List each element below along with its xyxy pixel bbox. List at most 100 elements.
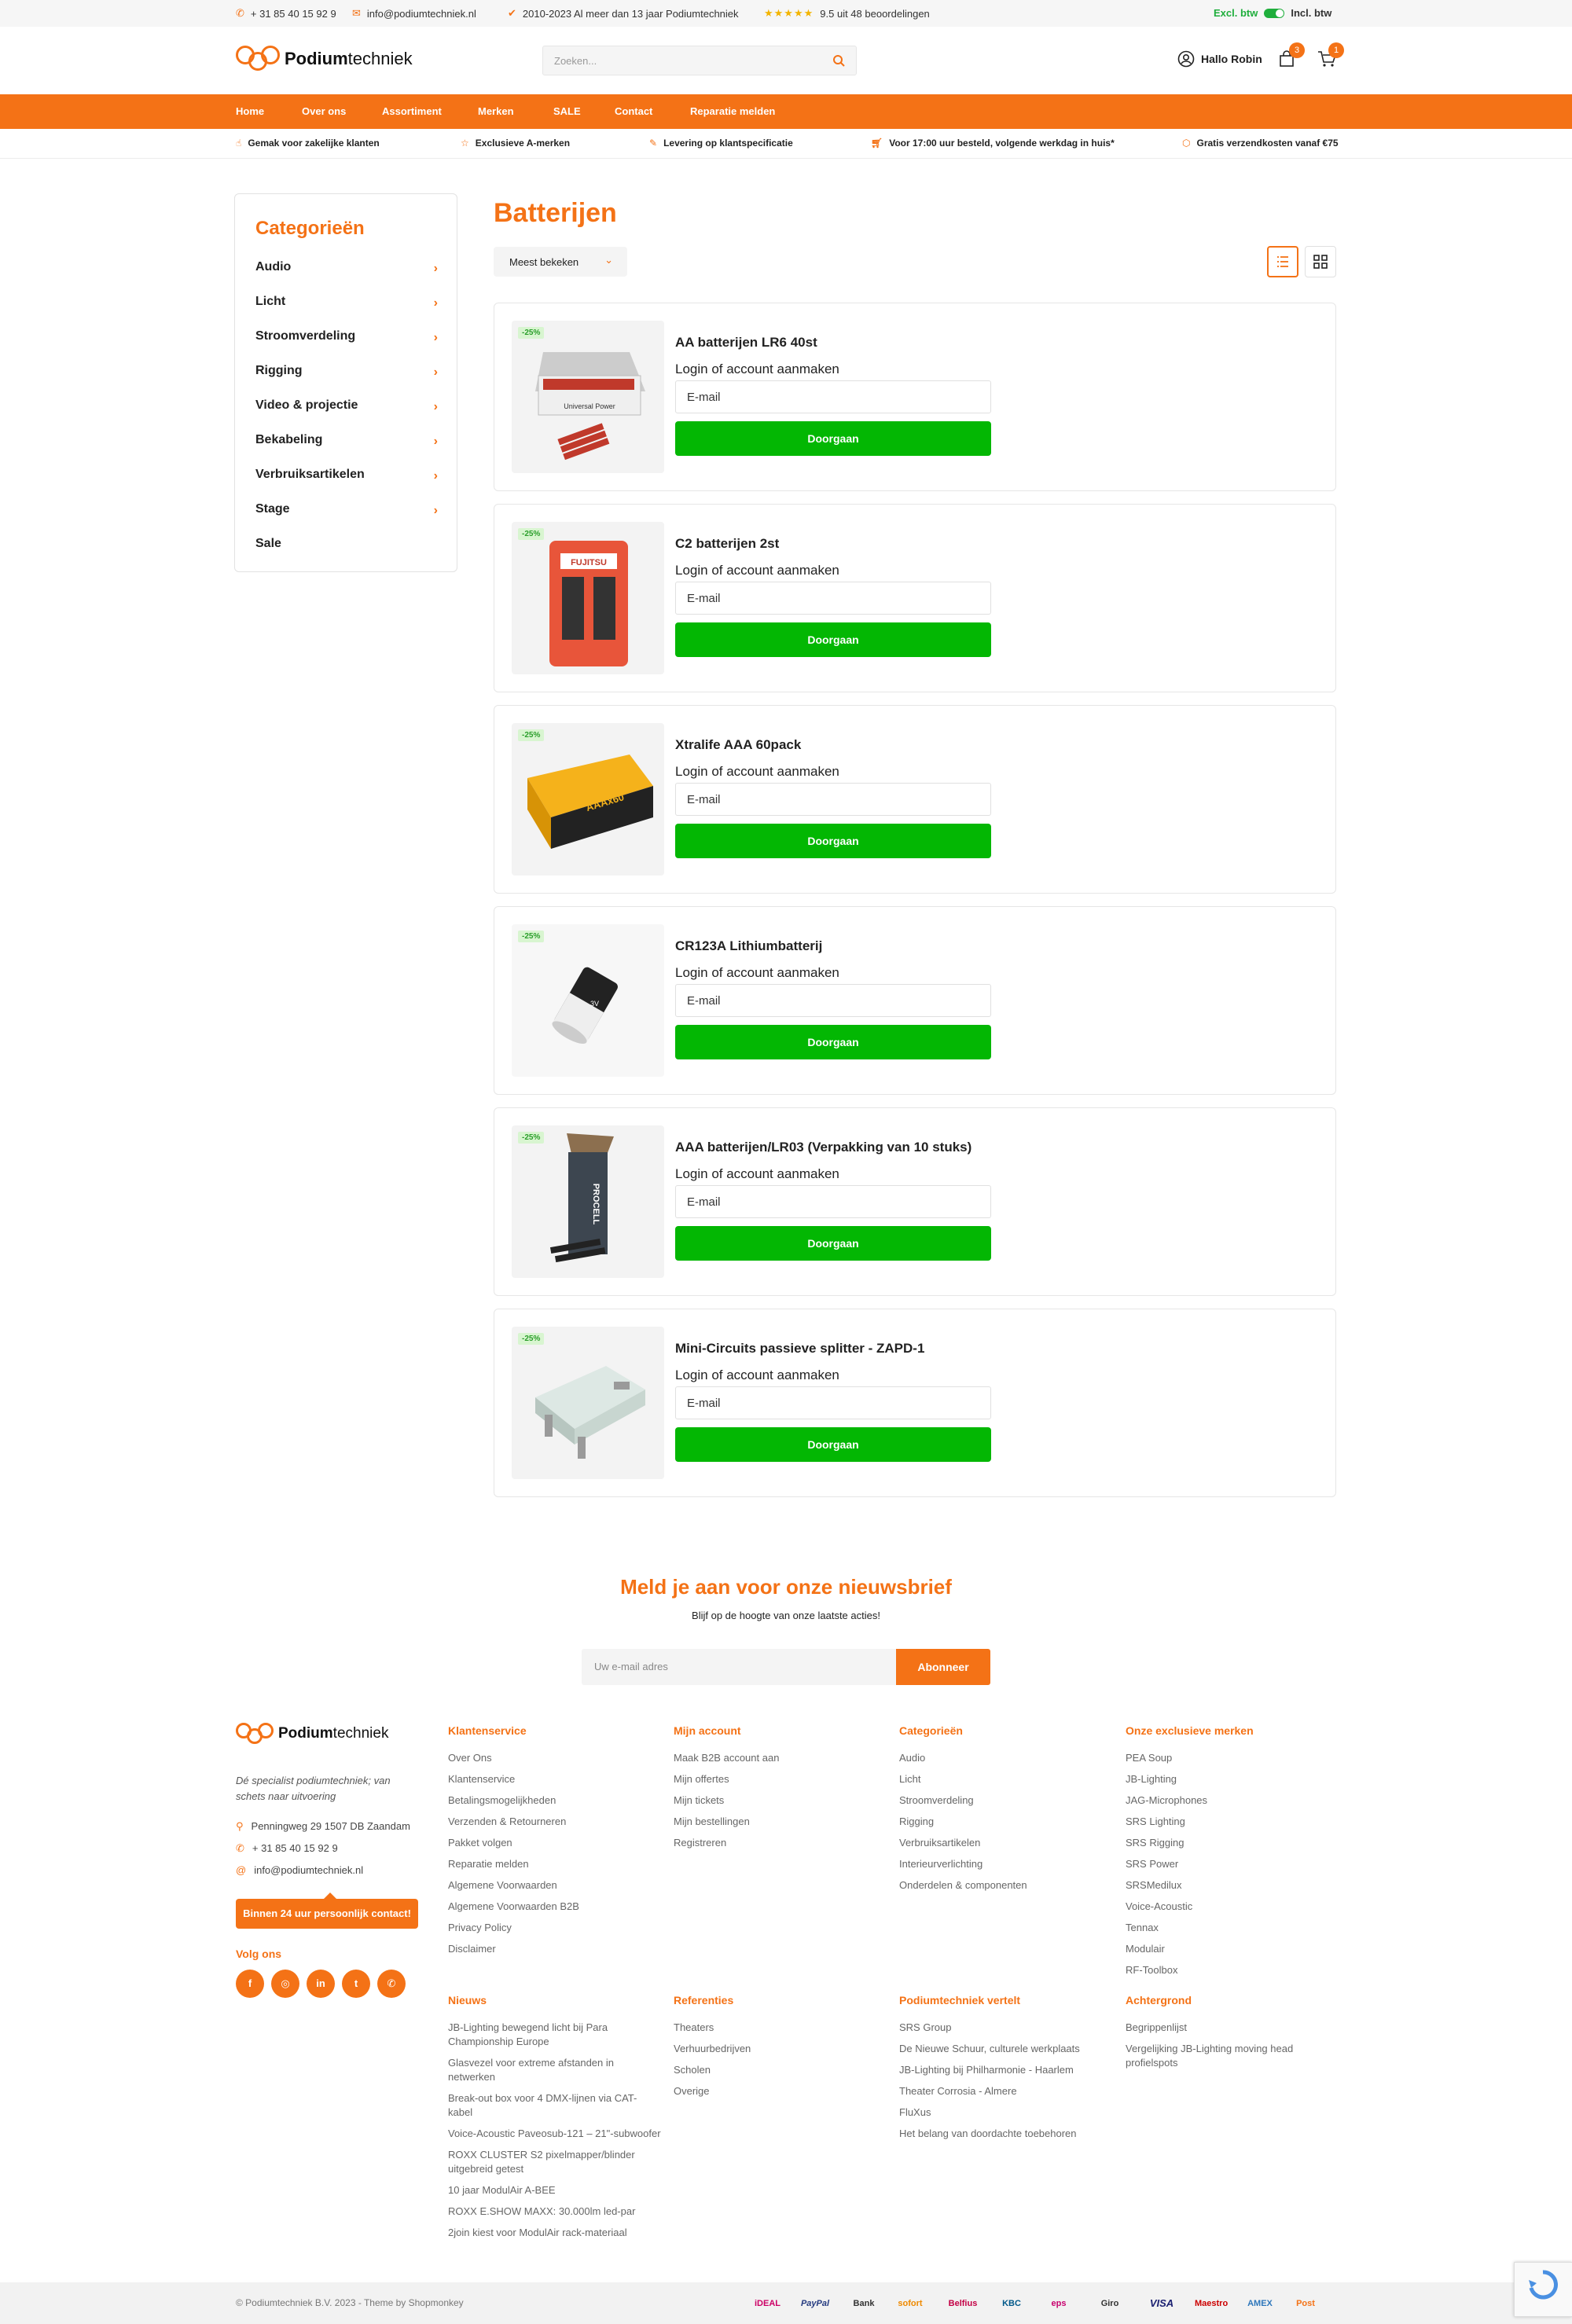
nav-home[interactable]: Home xyxy=(236,105,264,117)
recaptcha-badge[interactable] xyxy=(1514,2262,1572,2317)
footer-link[interactable]: 10 jaar ModulAir A-BEE xyxy=(448,2183,645,2197)
continue-button[interactable]: Doorgaan xyxy=(675,421,991,456)
grid-view-button[interactable] xyxy=(1305,246,1336,277)
sidebar-item-rigging[interactable]: Rigging › xyxy=(255,364,438,386)
footer-link[interactable]: Scholen xyxy=(674,2063,711,2077)
footer-link[interactable]: SRS Power xyxy=(1126,1857,1178,1871)
footer-link[interactable]: Verhuurbedrijven xyxy=(674,2042,751,2056)
footer-link[interactable]: SRS Lighting xyxy=(1126,1815,1185,1829)
footer-phone[interactable]: ✆ + 31 85 40 15 92 9 xyxy=(236,1842,338,1855)
email-field[interactable]: E-mail xyxy=(675,582,991,615)
vat-toggle[interactable]: Excl. btw Incl. btw xyxy=(1214,7,1331,19)
footer-link[interactable]: JB-Lighting bewegend licht bij Para Cham… xyxy=(448,2021,629,2049)
footer-link[interactable]: PEA Soup xyxy=(1126,1751,1172,1765)
product-image[interactable]: Universal Power -25% xyxy=(512,321,664,473)
footer-link[interactable]: Privacy Policy xyxy=(448,1921,512,1935)
sidebar-item-sale[interactable]: Sale xyxy=(255,537,438,559)
footer-link[interactable]: Theater Corrosia - Almere xyxy=(899,2084,1017,2098)
topbar-rating[interactable]: ★★★★★ 9.5 uit 48 beoordelingen xyxy=(764,7,930,20)
sidebar-item-stroomverdeling[interactable]: Stroomverdeling › xyxy=(255,329,438,351)
footer-link[interactable]: Voice-Acoustic Paveosub-121 – 21"-subwoo… xyxy=(448,2127,668,2141)
sidebar-item-licht[interactable]: Licht › xyxy=(255,295,438,317)
cart-button[interactable]: 1 xyxy=(1317,42,1344,69)
twitter-icon[interactable]: t xyxy=(342,1970,370,1998)
logo[interactable]: Podiumtechniek xyxy=(236,44,413,74)
product-name[interactable]: CR123A Lithiumbatterij xyxy=(675,938,822,954)
newsletter-email-input[interactable]: Uw e-mail adres xyxy=(582,1649,898,1685)
continue-button[interactable]: Doorgaan xyxy=(675,622,991,657)
footer-link[interactable]: Reparatie melden xyxy=(448,1857,529,1871)
footer-link[interactable]: Audio xyxy=(899,1751,925,1765)
footer-link[interactable]: Vergelijking JB-Lighting moving head pro… xyxy=(1126,2042,1322,2070)
user-menu[interactable]: Hallo Robin xyxy=(1177,50,1262,68)
footer-link[interactable]: Break-out box voor 4 DMX-lijnen via CAT-… xyxy=(448,2091,645,2120)
footer-link[interactable]: Mijn tickets xyxy=(674,1793,724,1808)
email-field[interactable]: E-mail xyxy=(675,380,991,413)
continue-button[interactable]: Doorgaan xyxy=(675,824,991,858)
sidebar-item-verbruiksartikelen[interactable]: Verbruiksartikelen › xyxy=(255,468,438,490)
topbar-phone[interactable]: ✆ + 31 85 40 15 92 9 xyxy=(236,7,336,20)
footer-link[interactable]: SRSMedilux xyxy=(1126,1878,1182,1893)
email-field[interactable]: E-mail xyxy=(675,984,991,1017)
footer-logo[interactable]: Podiumtechniek xyxy=(236,1721,388,1746)
search-icon[interactable] xyxy=(832,54,845,67)
list-view-button[interactable] xyxy=(1267,246,1298,277)
footer-link[interactable]: Overige xyxy=(674,2084,710,2098)
footer-link[interactable]: Over Ons xyxy=(448,1751,492,1765)
footer-link[interactable]: Algemene Voorwaarden B2B xyxy=(448,1900,579,1914)
nav-reparatie-melden[interactable]: Reparatie melden xyxy=(690,105,775,117)
footer-link[interactable]: Algemene Voorwaarden xyxy=(448,1878,557,1893)
product-name[interactable]: C2 batterijen 2st xyxy=(675,536,779,552)
whatsapp-icon[interactable]: ✆ xyxy=(377,1970,406,1998)
footer-link[interactable]: RF-Toolbox xyxy=(1126,1963,1177,1977)
footer-link[interactable]: Interieurverlichting xyxy=(899,1857,982,1871)
wishlist-button[interactable]: 3 xyxy=(1278,42,1305,69)
footer-link[interactable]: Pakket volgen xyxy=(448,1836,512,1850)
sort-dropdown[interactable]: Meest bekeken ⌄ xyxy=(494,247,627,277)
footer-link[interactable]: Onderdelen & componenten xyxy=(899,1878,1027,1893)
footer-link[interactable]: Stroomverdeling xyxy=(899,1793,974,1808)
nav-sale[interactable]: SALE xyxy=(553,105,581,117)
footer-link[interactable]: Disclaimer xyxy=(448,1942,496,1956)
footer-link[interactable]: SRS Group xyxy=(899,2021,951,2035)
product-name[interactable]: Xtralife AAA 60pack xyxy=(675,737,801,753)
sidebar-item-video-projectie[interactable]: Video & projectie › xyxy=(255,398,438,420)
product-name[interactable]: AA batterijen LR6 40st xyxy=(675,335,817,351)
footer-link[interactable]: Tennax xyxy=(1126,1921,1159,1935)
sidebar-item-audio[interactable]: Audio › xyxy=(255,260,438,282)
email-field[interactable]: E-mail xyxy=(675,1185,991,1218)
continue-button[interactable]: Doorgaan xyxy=(675,1226,991,1261)
instagram-icon[interactable]: ◎ xyxy=(271,1970,299,1998)
product-image[interactable]: PROCELL -25% xyxy=(512,1125,664,1278)
footer-link[interactable]: Licht xyxy=(899,1772,920,1786)
footer-link[interactable]: 2join kiest voor ModulAir rack-materiaal xyxy=(448,2226,645,2240)
footer-link[interactable]: JB-Lighting xyxy=(1126,1772,1177,1786)
product-name[interactable]: AAA batterijen/LR03 (Verpakking van 10 s… xyxy=(675,1140,971,1155)
product-name[interactable]: Mini-Circuits passieve splitter - ZAPD-1 xyxy=(675,1341,924,1357)
footer-link[interactable]: JB-Lighting bij Philharmonie - Haarlem xyxy=(899,2063,1074,2077)
footer-link[interactable]: Betalingsmogelijkheden xyxy=(448,1793,556,1808)
topbar-email[interactable]: ✉ info@podiumtechniek.nl xyxy=(352,7,476,20)
footer-link[interactable]: ROXX E.SHOW MAXX: 30.000lm led-par xyxy=(448,2205,645,2219)
footer-link[interactable]: Theaters xyxy=(674,2021,714,2035)
footer-link[interactable]: Verzenden & Retourneren xyxy=(448,1815,566,1829)
email-field[interactable]: E-mail xyxy=(675,1386,991,1419)
footer-link[interactable]: FluXus xyxy=(899,2106,931,2120)
subscribe-button[interactable]: Abonneer xyxy=(896,1649,990,1685)
footer-link[interactable]: Het belang van doordachte toebehoren xyxy=(899,2127,1077,2141)
facebook-icon[interactable]: f xyxy=(236,1970,264,1998)
footer-link[interactable]: Modulair xyxy=(1126,1942,1165,1956)
nav-over-ons[interactable]: Over ons xyxy=(302,105,346,117)
footer-link[interactable]: Klantenservice xyxy=(448,1772,515,1786)
footer-link[interactable]: Rigging xyxy=(899,1815,934,1829)
sidebar-item-stage[interactable]: Stage › xyxy=(255,502,438,524)
footer-link[interactable]: Begrippenlijst xyxy=(1126,2021,1187,2035)
sidebar-item-bekabeling[interactable]: Bekabeling › xyxy=(255,433,438,455)
continue-button[interactable]: Doorgaan xyxy=(675,1025,991,1059)
footer-link[interactable]: Registreren xyxy=(674,1836,726,1850)
email-field[interactable]: E-mail xyxy=(675,783,991,816)
footer-email[interactable]: @ info@podiumtechniek.nl xyxy=(236,1864,363,1876)
footer-link[interactable]: Mijn bestellingen xyxy=(674,1815,750,1829)
product-image[interactable]: -25% xyxy=(512,1327,664,1479)
footer-link[interactable]: SRS Rigging xyxy=(1126,1836,1184,1850)
